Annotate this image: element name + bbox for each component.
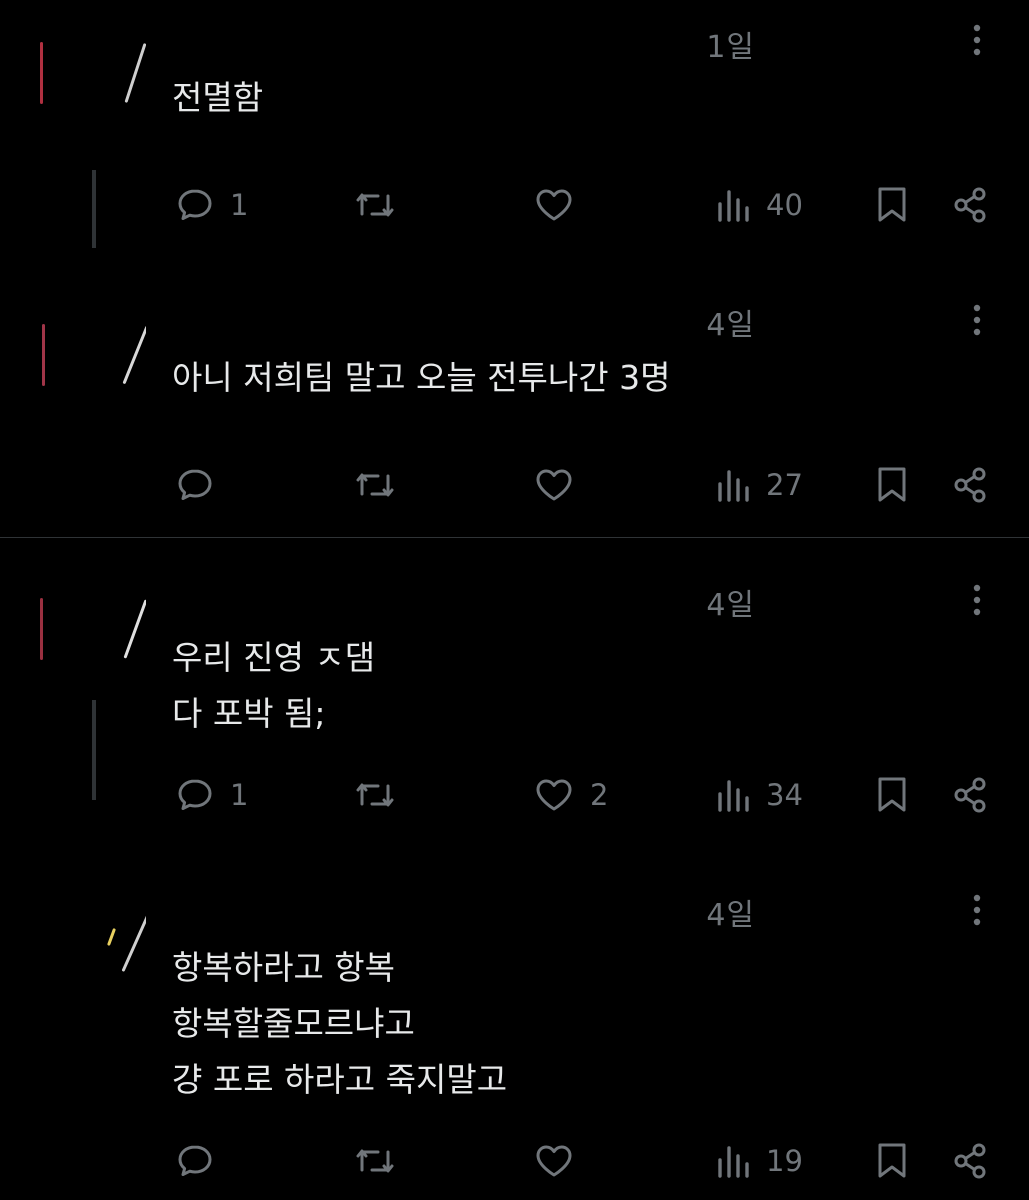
bookmark-icon: [878, 467, 906, 502]
share-icon: [954, 777, 986, 813]
bookmark-button[interactable]: [872, 770, 912, 820]
heart-icon: [536, 189, 572, 221]
avatar[interactable]: [34, 898, 146, 998]
views-icon: [718, 190, 749, 222]
post-time: 4일: [706, 588, 755, 623]
post-actions: 1 40: [0, 180, 1029, 230]
views-count: 27: [766, 468, 803, 502]
views-count: 19: [766, 1144, 803, 1178]
views-button[interactable]: 40: [716, 180, 803, 230]
repost-icon: [356, 783, 394, 807]
heart-icon: [536, 779, 572, 811]
reply-icon: [178, 189, 212, 220]
repost-icon: [356, 1149, 394, 1173]
bookmark-icon: [878, 187, 906, 222]
post-actions: 19: [0, 1136, 1029, 1186]
post-4[interactable]: 4일 항복하라고 항복 항복할줄모르냐고 걍 포로 하라고 죽지말고 19: [0, 870, 1029, 1200]
views-button[interactable]: 27: [716, 460, 803, 510]
post-text: 항복하라고 항복 항복할줄모르냐고 걍 포로 하라고 죽지말고: [172, 948, 508, 1099]
more-icon[interactable]: [965, 300, 989, 340]
avatar[interactable]: [34, 28, 146, 128]
views-button[interactable]: 19: [716, 1136, 803, 1186]
reply-button[interactable]: 1: [174, 770, 248, 820]
repost-button[interactable]: [352, 180, 412, 230]
post-actions: 1 2 34: [0, 770, 1029, 820]
repost-icon: [356, 193, 394, 217]
heart-icon: [536, 1145, 572, 1177]
avatar[interactable]: [34, 584, 146, 684]
heart-icon: [536, 469, 572, 501]
post-2[interactable]: 4일 아니 저희팀 말고 오늘 전투나간 3명 27: [0, 280, 1029, 536]
like-button[interactable]: [532, 180, 590, 230]
reply-icon: [178, 779, 212, 810]
reply-button[interactable]: 1: [174, 180, 248, 230]
views-count: 40: [766, 188, 803, 222]
views-icon: [718, 1146, 749, 1178]
post-1[interactable]: 1일 전멸함 1 40: [0, 0, 1029, 260]
like-button[interactable]: [532, 460, 590, 510]
post-actions: 27: [0, 460, 1029, 510]
post-divider: [0, 537, 1029, 538]
repost-button[interactable]: [352, 460, 412, 510]
share-button[interactable]: [950, 180, 992, 230]
views-icon: [718, 780, 749, 812]
bookmark-button[interactable]: [872, 460, 912, 510]
share-icon: [954, 467, 986, 503]
views-button[interactable]: 34: [716, 770, 803, 820]
post-time: 1일: [706, 30, 755, 65]
post-text: 아니 저희팀 말고 오늘 전투나간 3명: [172, 358, 671, 397]
more-icon[interactable]: [965, 890, 989, 930]
like-count: 2: [590, 778, 609, 812]
post-text: 전멸함: [172, 78, 264, 117]
post-text: 우리 진영 ㅈ댐 다 포박 됨;: [172, 638, 376, 733]
share-button[interactable]: [950, 460, 992, 510]
more-icon[interactable]: [965, 580, 989, 620]
post-time: 4일: [706, 308, 755, 343]
more-icon[interactable]: [965, 20, 989, 60]
reply-count: 1: [230, 188, 249, 222]
repost-button[interactable]: [352, 1136, 412, 1186]
share-button[interactable]: [950, 1136, 992, 1186]
post-time: 4일: [706, 898, 755, 933]
share-button[interactable]: [950, 770, 992, 820]
views-count: 34: [766, 778, 803, 812]
like-button[interactable]: 2: [532, 770, 608, 820]
repost-button[interactable]: [352, 770, 412, 820]
reply-count: 1: [230, 778, 249, 812]
like-button[interactable]: [532, 1136, 590, 1186]
share-icon: [954, 187, 986, 223]
avatar[interactable]: [34, 310, 146, 410]
reply-icon: [178, 1145, 212, 1176]
reply-icon: [178, 469, 212, 500]
reply-button[interactable]: [174, 460, 230, 510]
bookmark-button[interactable]: [872, 1136, 912, 1186]
reply-button[interactable]: [174, 1136, 230, 1186]
bookmark-button[interactable]: [872, 180, 912, 230]
views-icon: [718, 470, 749, 502]
bookmark-icon: [878, 777, 906, 812]
post-3[interactable]: 4일 우리 진영 ㅈ댐 다 포박 됨; 1 2 34: [0, 560, 1029, 850]
bookmark-icon: [878, 1143, 906, 1178]
share-icon: [954, 1143, 986, 1179]
repost-icon: [356, 473, 394, 497]
